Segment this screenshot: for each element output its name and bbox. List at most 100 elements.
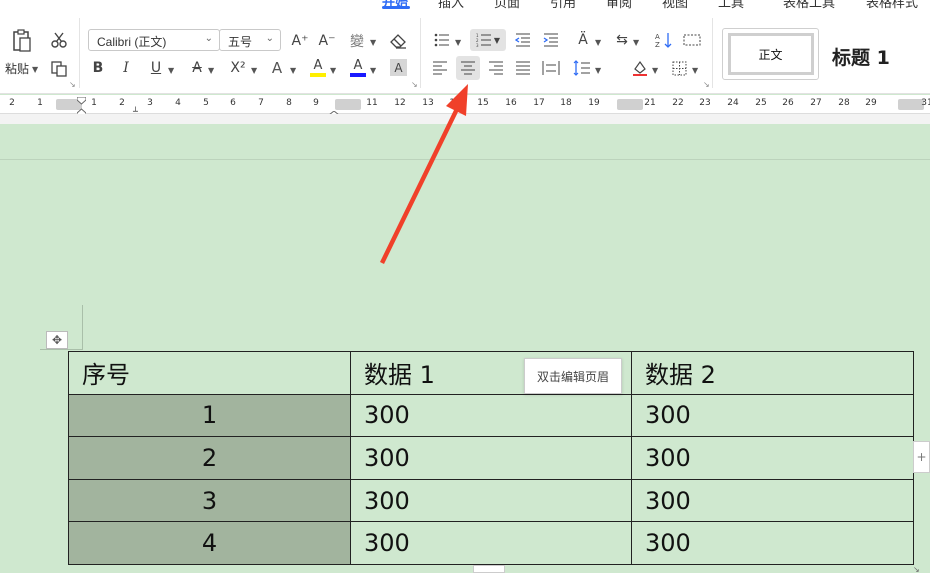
paste-icon[interactable] [9, 28, 35, 54]
shading-dropdown-icon[interactable]: ▼ [652, 66, 658, 75]
phonetic-guide-icon[interactable]: 變 [346, 31, 368, 51]
table-cell-index[interactable]: 4 [68, 521, 351, 565]
align-center-icon[interactable] [456, 56, 480, 80]
line-spacing-direction-icon[interactable]: ⇆ [612, 30, 632, 50]
table-header-row: 序号 数据 1 数据 2 [68, 351, 914, 395]
paragraph-shading-icon[interactable] [629, 57, 651, 79]
table-cell-index[interactable]: 2 [68, 436, 351, 480]
strikethrough-icon[interactable]: A [187, 58, 207, 78]
tab-view[interactable]: 视图 [662, 0, 688, 10]
table-cell-index[interactable]: 3 [68, 478, 351, 523]
table-row: 2 300 300 [68, 436, 914, 480]
tab-table-tools[interactable]: 表格工具 [783, 0, 835, 10]
font-name-select[interactable]: Calibri (正文) ⌄ [88, 29, 220, 51]
table-cell[interactable]: 300 [631, 436, 914, 480]
tab-stop-icon[interactable]: ┴ [133, 107, 141, 116]
table-cell[interactable]: 300 [631, 393, 914, 438]
justify-icon[interactable] [513, 58, 533, 78]
numbered-list-icon[interactable]: 123 ▼ [470, 29, 506, 51]
tab-reference[interactable]: 引用 [550, 0, 576, 10]
tab-insert[interactable]: 插入 [438, 0, 464, 10]
bullet-list-icon[interactable] [432, 30, 452, 50]
table-resize-icon[interactable]: ↘ [913, 565, 927, 573]
data-table[interactable]: 序号 数据 1 数据 2 1 300 300 2 300 300 3 300 3… [68, 351, 914, 565]
underline-dropdown-icon[interactable]: ▼ [168, 66, 174, 75]
table-header-cell[interactable]: 序号 [68, 351, 351, 395]
style-normal-button[interactable]: 正文 [722, 28, 819, 80]
tab-review[interactable]: 审阅 [606, 0, 632, 10]
paste-label[interactable]: 粘贴 [5, 60, 29, 77]
ruler-number: 1 [91, 98, 97, 108]
text-direction-dropdown-icon[interactable]: ▼ [595, 38, 601, 47]
text-effect-dropdown-icon[interactable]: ▼ [290, 66, 296, 75]
table-cell[interactable]: 300 [350, 436, 632, 480]
highlight-dropdown-icon[interactable]: ▼ [330, 66, 336, 75]
increase-indent-icon[interactable] [541, 30, 561, 50]
copy-icon[interactable] [48, 58, 70, 80]
shrink-font-icon[interactable]: A⁻ [316, 31, 338, 51]
tab-tools[interactable]: 工具 [718, 0, 744, 10]
svg-text:Z: Z [655, 41, 660, 48]
align-left-icon[interactable] [430, 58, 450, 78]
ruler-number: 27 [810, 98, 822, 108]
underline-icon[interactable]: U [146, 58, 166, 78]
table-cell[interactable]: 300 [350, 478, 632, 523]
horizontal-ruler[interactable]: ┴ 2 1 1 2 3 4 5 6 7 8 9 11 12 13 14 15 16 17 18 19 21 22 23 24 2… [0, 95, 930, 121]
superscript-dropdown-icon[interactable]: ▼ [251, 66, 257, 75]
sort-icon[interactable]: AZ [653, 30, 675, 50]
strikethrough-dropdown-icon[interactable]: ▼ [208, 66, 214, 75]
table-move-handle-icon[interactable]: ✥ [46, 331, 68, 349]
ruler-number: 12 [394, 98, 406, 108]
align-right-icon[interactable] [486, 58, 506, 78]
line-spacing-icon[interactable] [571, 58, 593, 78]
table-cell[interactable]: 300 [631, 521, 914, 565]
ruler-column-marker[interactable] [617, 99, 643, 110]
show-hide-marks-icon[interactable] [681, 30, 703, 50]
font-size-select[interactable]: 五号 ⌄ [219, 29, 281, 51]
border-dropdown-icon[interactable]: ▼ [692, 66, 698, 75]
text-direction-icon[interactable]: Ä [572, 30, 594, 50]
italic-icon[interactable]: I [116, 58, 136, 78]
column-indent-marker-icon[interactable] [328, 105, 340, 121]
font-color-dropdown-icon[interactable]: ▼ [370, 66, 376, 75]
border-icon[interactable] [669, 58, 689, 78]
add-column-button[interactable]: + [913, 441, 930, 473]
clipboard-launcher-icon[interactable]: ↘ [69, 80, 76, 89]
eraser-icon[interactable] [388, 30, 410, 52]
superscript-icon[interactable]: X² [226, 58, 250, 78]
font-launcher-icon[interactable]: ↘ [411, 80, 418, 89]
highlight-icon[interactable]: A [307, 56, 329, 80]
ruler-column-marker[interactable] [898, 99, 924, 110]
table-row: 4 300 300 [68, 521, 914, 565]
ruler-number: 22 [672, 98, 684, 108]
table-cell[interactable]: 300 [631, 478, 914, 523]
grow-font-icon[interactable]: A⁺ [289, 31, 311, 51]
decrease-indent-icon[interactable] [513, 30, 533, 50]
style-heading1-button[interactable]: 标题 1 [832, 43, 890, 70]
line-spacing-dropdown-icon[interactable]: ▼ [595, 66, 601, 75]
table-cell[interactable]: 300 [350, 521, 632, 565]
indent-marker-icon[interactable] [76, 96, 87, 119]
direction-dropdown-icon[interactable]: ▼ [633, 38, 639, 47]
ribbon: 粘贴 ▼ ↘ Calibri (正文) ⌄ 五号 ⌄ A⁺ A⁻ 變 ▼ B I… [0, 10, 930, 94]
text-effect-icon[interactable]: A [267, 58, 287, 78]
paste-dropdown-icon[interactable]: ▼ [32, 65, 38, 74]
ruler-number: 2 [9, 98, 15, 108]
distributed-align-icon[interactable] [541, 58, 561, 78]
table-cell-index[interactable]: 1 [68, 393, 351, 438]
table-cell[interactable]: 300 [350, 393, 632, 438]
phonetic-dropdown-icon[interactable]: ▼ [370, 38, 376, 47]
tab-table-style[interactable]: 表格样式 [866, 0, 918, 10]
bullet-dropdown-icon[interactable]: ▼ [455, 38, 461, 47]
svg-text:A: A [655, 33, 660, 41]
scissors-icon[interactable] [48, 29, 70, 51]
add-row-button[interactable] [473, 565, 505, 573]
paragraph-launcher-icon[interactable]: ↘ [703, 80, 710, 89]
character-shading-icon[interactable]: A [390, 59, 407, 76]
ruler-number: 1 [37, 98, 43, 108]
ruler-number: 29 [865, 98, 877, 108]
table-header-cell[interactable]: 数据 2 [631, 351, 914, 395]
bold-icon[interactable]: B [88, 58, 108, 78]
tab-page[interactable]: 页面 [494, 0, 520, 10]
font-color-icon[interactable]: A [347, 56, 369, 80]
